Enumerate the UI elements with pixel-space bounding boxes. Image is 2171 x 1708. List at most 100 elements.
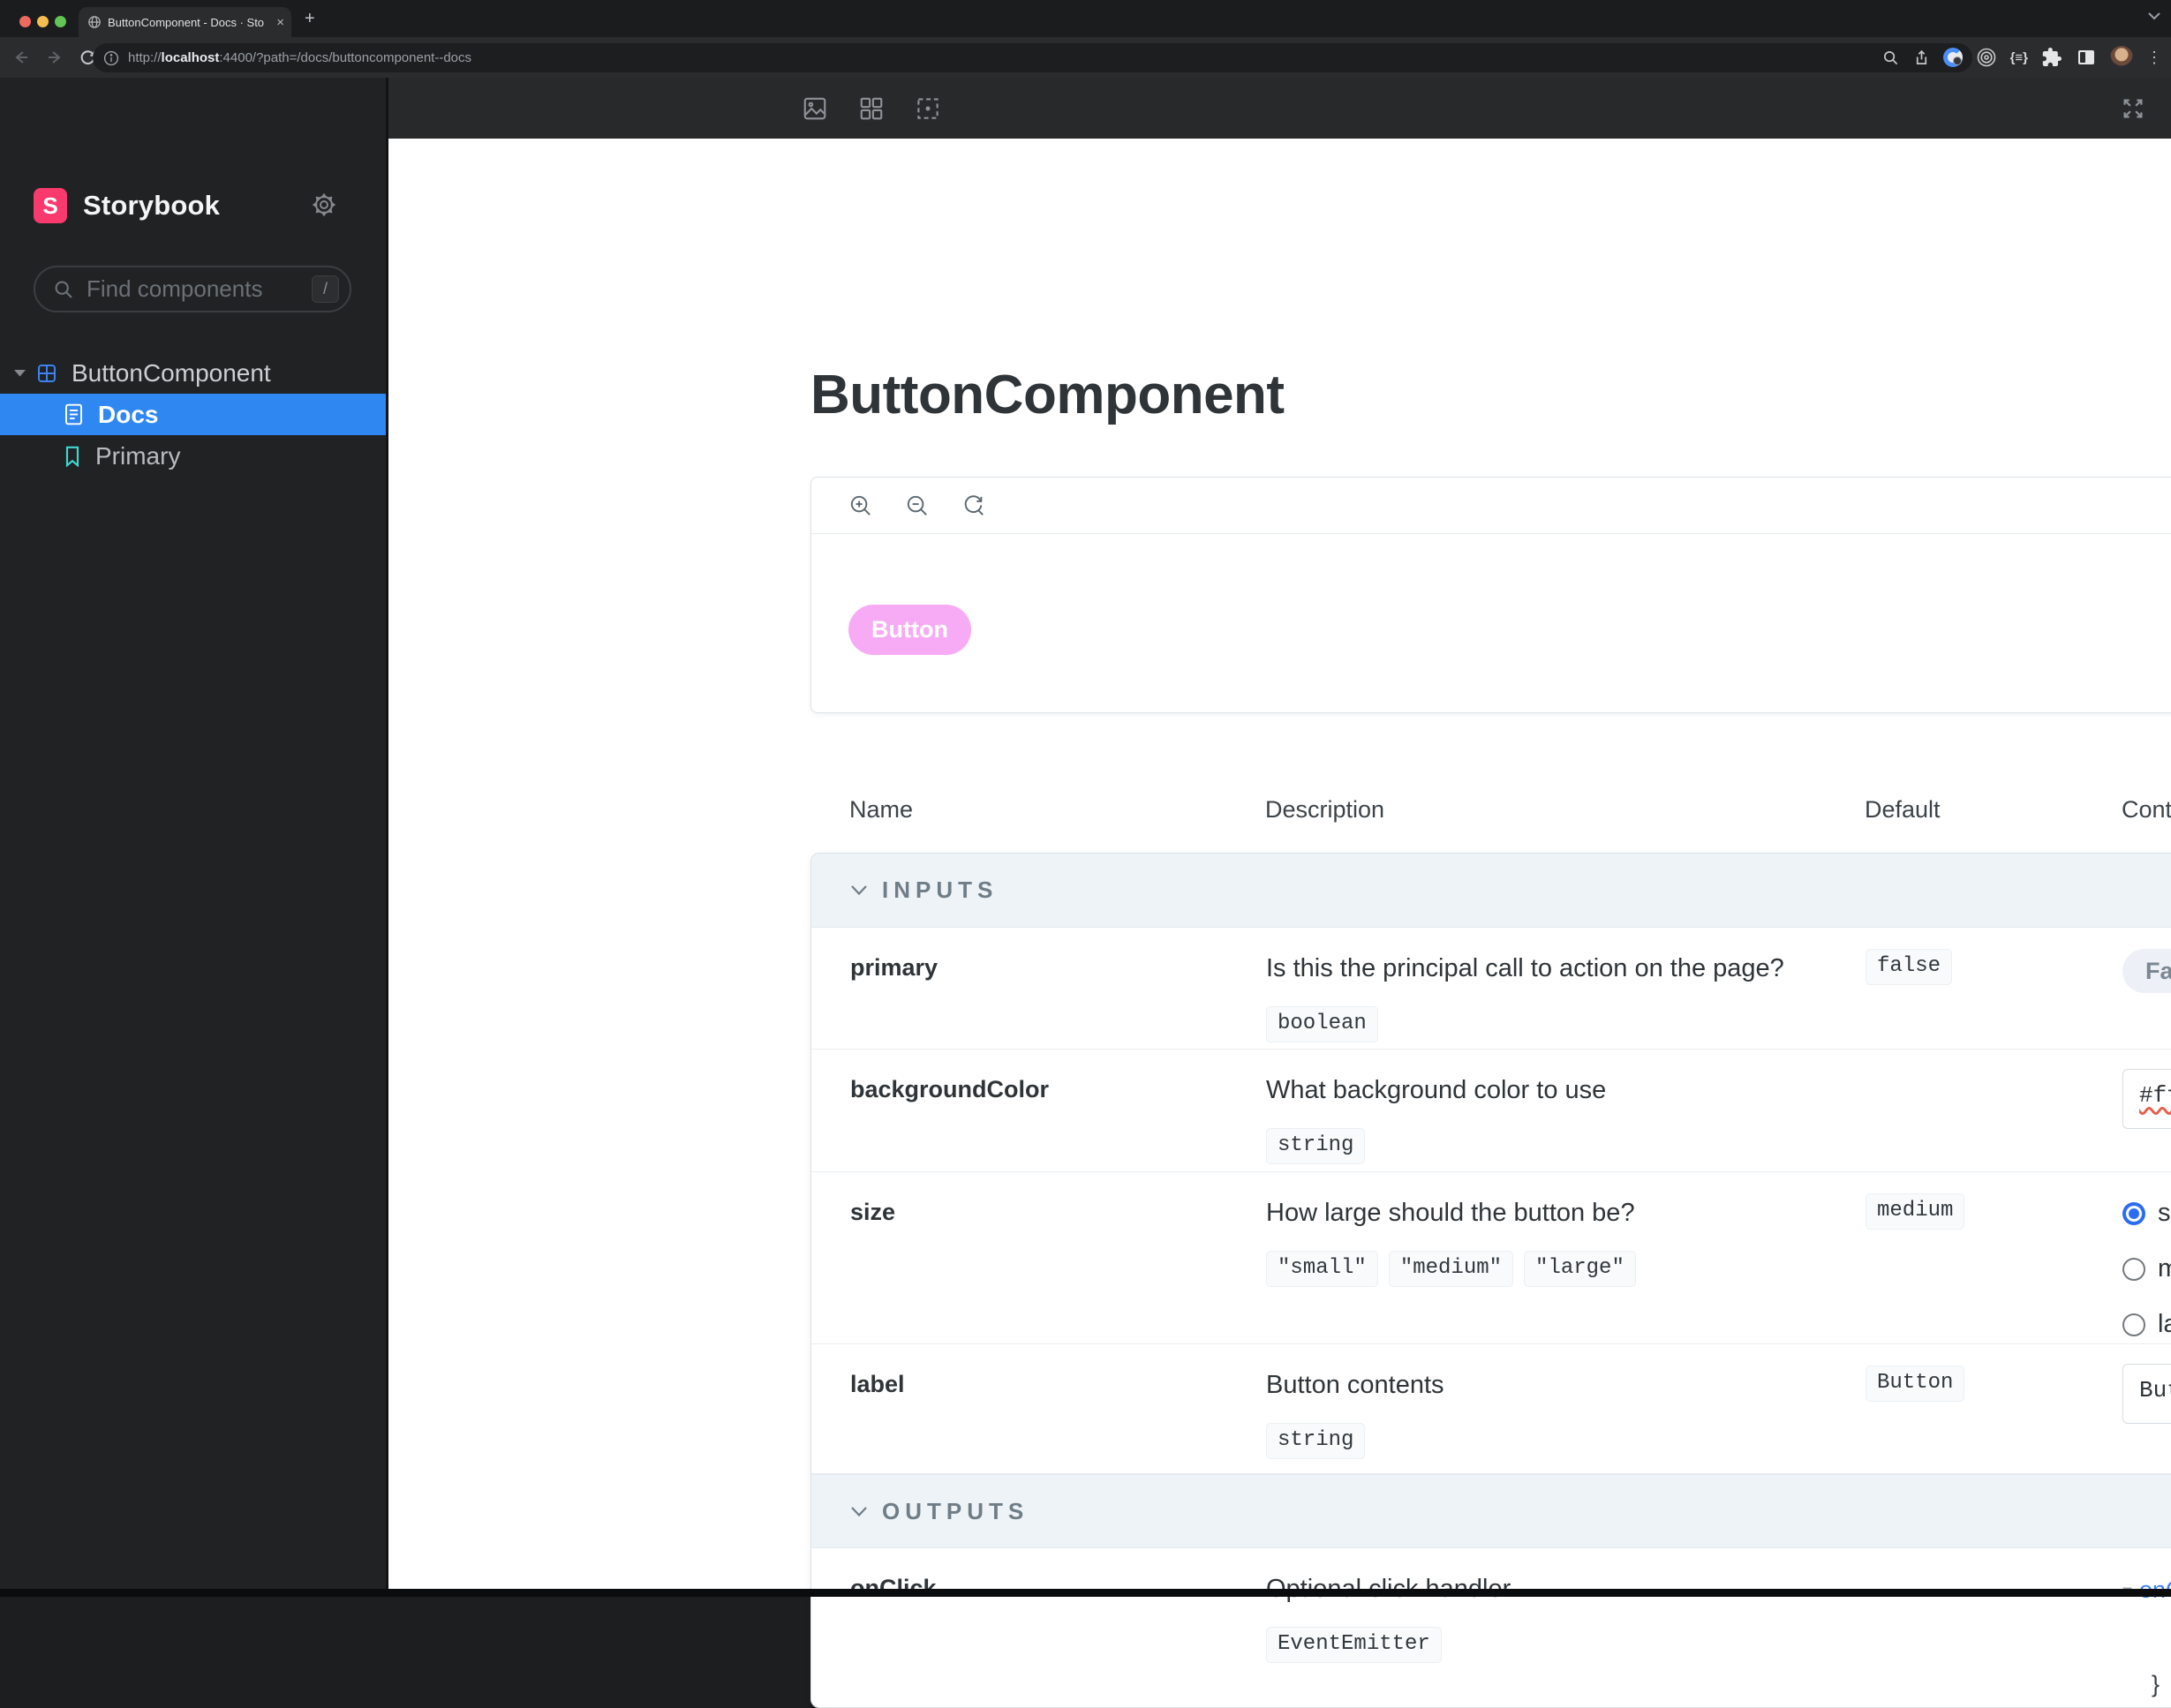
- brand-name: Storybook: [83, 190, 221, 221]
- site-info-icon[interactable]: [103, 50, 119, 66]
- radio-icon[interactable]: [2122, 1313, 2145, 1336]
- window-zoom-button[interactable]: [55, 16, 66, 27]
- backgroundcolor-input[interactable]: #ffaaff: [2122, 1069, 2171, 1129]
- profile-avatar[interactable]: [2110, 46, 2133, 69]
- sidebar-item-primary[interactable]: Primary: [0, 435, 386, 477]
- search-input[interactable]: Find components /: [34, 266, 351, 312]
- target-extension-icon[interactable]: [1976, 47, 1997, 68]
- forward-icon[interactable]: [46, 49, 64, 66]
- storybook-logo: S: [34, 188, 67, 223]
- option-chip: "large": [1524, 1251, 1636, 1287]
- label-input[interactable]: Button: [2122, 1364, 2171, 1424]
- back-icon[interactable]: [12, 49, 30, 66]
- measure-outline-tool-icon[interactable]: [915, 95, 941, 122]
- section-inputs[interactable]: INPUTS: [811, 854, 2171, 928]
- header-default: Default: [1865, 796, 1941, 823]
- favicon-globe-icon: [87, 15, 102, 29]
- browser-tab[interactable]: ButtonComponent - Docs · Sto ×: [79, 7, 291, 37]
- zoom-in-icon[interactable]: [848, 493, 873, 518]
- preview-zoom-toolbar: [811, 478, 2171, 534]
- header-control: Control: [2122, 796, 2171, 823]
- tab-strip: ButtonComponent - Docs · Sto × +: [0, 0, 2171, 37]
- radio-option-medium[interactable]: medium: [2122, 1254, 2171, 1283]
- address-field[interactable]: http://localhost:4400/?path=/docs/button…: [93, 43, 1972, 72]
- story-button[interactable]: Button: [848, 605, 971, 655]
- gear-icon[interactable]: [311, 192, 337, 218]
- type-chip: boolean: [1266, 1006, 1378, 1042]
- braces-extension-icon[interactable]: {≡}: [2010, 50, 2028, 65]
- search-icon: [53, 279, 74, 300]
- arg-name: primary: [850, 954, 939, 981]
- args-table-header: Name Description Default Control: [810, 796, 2171, 824]
- toggle-false[interactable]: False: [2122, 949, 2171, 993]
- boolean-toggle[interactable]: False True: [2122, 949, 2171, 993]
- default-chip: medium: [1866, 1193, 1965, 1230]
- search-shortcut-key: /: [312, 275, 339, 303]
- arg-description: How large should the button be?: [1266, 1199, 1635, 1227]
- browser-chrome: ButtonComponent - Docs · Sto × + http://…: [0, 0, 2171, 78]
- chevron-down-icon: [850, 884, 868, 896]
- timer-extension-icon[interactable]: [1942, 48, 1963, 67]
- arg-name: onClick: [850, 1575, 937, 1601]
- option-chip: "small": [1266, 1251, 1378, 1287]
- arg-row-label: label Button contents string Button Butt…: [811, 1344, 2171, 1474]
- sidebar-item-label: Docs: [98, 400, 159, 428]
- share-icon[interactable]: [1913, 49, 1930, 66]
- canvas-toolbar: [388, 78, 2171, 139]
- fullscreen-icon[interactable]: [2120, 95, 2146, 122]
- type-chip: string: [1266, 1423, 1366, 1459]
- side-panel-icon[interactable]: [2076, 47, 2097, 68]
- arg-description: Is this the principal call to action on …: [1266, 954, 1784, 982]
- sidebar-item-label: ButtonComponent: [72, 358, 271, 387]
- type-chip: string: [1266, 1128, 1366, 1164]
- arg-row-primary: primary Is this the principal call to ac…: [811, 928, 2171, 1050]
- url-text: http://localhost:4400/?path=/docs/button…: [128, 50, 472, 65]
- radio-checked-icon[interactable]: [2122, 1201, 2145, 1225]
- section-outputs[interactable]: OUTPUTS: [811, 1474, 2171, 1548]
- component-grid-icon: [36, 363, 57, 384]
- storybook-sidebar: S Storybook Find components / ButtonComp…: [0, 78, 388, 1589]
- grid-tool-icon[interactable]: [858, 95, 885, 122]
- sidebar-item-label: Primary: [95, 441, 181, 470]
- page-title: ButtonComponent: [810, 365, 1285, 425]
- sidebar-item-buttoncomponent[interactable]: ButtonComponent: [0, 352, 386, 394]
- arg-description: Button contents: [1266, 1371, 1444, 1399]
- zoom-reset-icon[interactable]: [961, 493, 986, 518]
- brand-row[interactable]: S Storybook: [34, 188, 220, 223]
- search-placeholder: Find components: [87, 275, 263, 302]
- window-chevron-down-icon[interactable]: [2148, 12, 2160, 20]
- arg-name: label: [850, 1371, 905, 1397]
- window-close-button[interactable]: [19, 16, 31, 27]
- url-bar: http://localhost:4400/?path=/docs/button…: [0, 37, 2171, 78]
- zoom-out-icon[interactable]: [905, 493, 930, 518]
- caret-down-icon[interactable]: [14, 369, 26, 377]
- image-tool-icon[interactable]: [802, 95, 828, 122]
- header-description: Description: [1265, 796, 1385, 823]
- radio-option-small[interactable]: small: [2122, 1199, 2171, 1228]
- header-name: Name: [849, 796, 914, 823]
- extensions-puzzle-icon[interactable]: [2041, 47, 2062, 68]
- radio-icon[interactable]: [2122, 1257, 2145, 1281]
- new-tab-button[interactable]: +: [305, 9, 315, 29]
- radio-option-large[interactable]: large: [2122, 1310, 2171, 1339]
- arg-description: What background color to use: [1266, 1076, 1607, 1104]
- args-table: INPUTS primary Is this the principal cal…: [810, 853, 2171, 1708]
- type-chip: EventEmitter: [1266, 1627, 1442, 1663]
- story-preview-panel: Button Show code: [810, 477, 2171, 713]
- window-minimize-button[interactable]: [37, 16, 49, 27]
- window-bottom-edge: [0, 1589, 2171, 1597]
- tab-title: ButtonComponent - Docs · Sto: [108, 15, 265, 29]
- docs-canvas: ButtonComponent Button Show code Name De…: [388, 139, 2171, 1708]
- chevron-down-icon: [850, 1506, 868, 1517]
- arg-name: size: [850, 1199, 896, 1225]
- arg-row-onclick: onClick Optional click handler EventEmit…: [811, 1548, 2171, 1707]
- tab-close-icon[interactable]: ×: [276, 15, 284, 30]
- arg-name: backgroundColor: [850, 1076, 1050, 1102]
- document-icon: [64, 403, 84, 425]
- default-chip: false: [1866, 949, 1953, 985]
- arg-row-size: size How large should the button be? "sm…: [811, 1172, 2171, 1344]
- zoom-page-icon[interactable]: [1882, 49, 1899, 66]
- browser-menu-icon[interactable]: ⋮: [2146, 49, 2162, 67]
- sidebar-item-docs[interactable]: Docs: [0, 394, 386, 435]
- default-chip: Button: [1866, 1366, 1965, 1402]
